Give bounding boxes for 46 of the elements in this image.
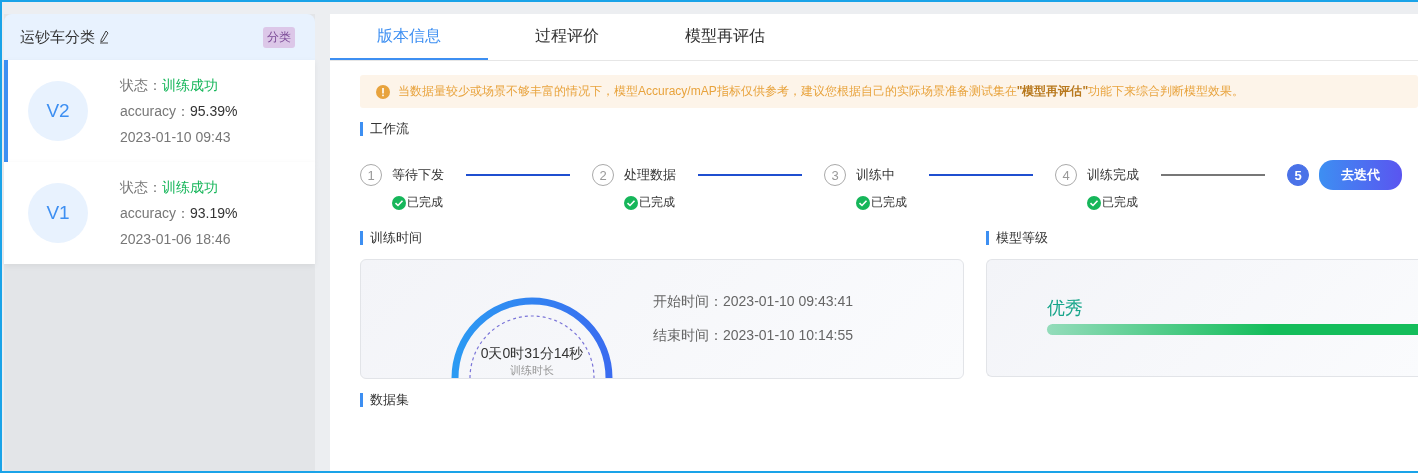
version-date: 2023-01-10 09:43 [120, 129, 231, 145]
section-title: 工作流 [360, 122, 1418, 136]
accuracy-label: accuracy： [120, 103, 191, 119]
version-item[interactable]: V2 状态：训练成功 accuracy：95.39% 2023-01-10 09:43 [4, 60, 315, 162]
step-label: 训练完成 [1087, 166, 1139, 184]
warning-icon [376, 84, 390, 99]
category-tag: 分类 [263, 26, 295, 48]
start-time: 2023-01-10 09:43:41 [723, 293, 853, 309]
version-badge: V2 [28, 81, 88, 141]
grade-text: 优秀 [1047, 297, 1083, 320]
check-icon [1087, 195, 1101, 210]
status-value: 训练成功 [162, 77, 218, 93]
step-number: 5 [1287, 164, 1309, 186]
step-label: 训练中 [856, 166, 895, 184]
accuracy-value: 95.39% [190, 103, 238, 119]
step-status: 已完成 [639, 194, 675, 211]
status-label: 状态： [120, 77, 162, 93]
iterate-button[interactable]: 去迭代 [1319, 160, 1402, 190]
tab[interactable]: 模型再评估 [646, 14, 804, 60]
start-label: 开始时间： [653, 293, 723, 309]
section-title: 训练时间 [360, 231, 964, 245]
pencil-icon[interactable] [99, 30, 109, 44]
check-icon [856, 195, 870, 210]
warning-text: 当数据量较少或场景不够丰富的情况下，模型Accuracy/mAP指标仅供参考，建议您根据自己的实际场景准备测试集在"模型再评估"功能下来综合判断模型效果。 [398, 83, 1245, 100]
version-badge: V1 [28, 183, 88, 243]
step-status: 已完成 [871, 194, 907, 211]
check-icon [624, 195, 638, 210]
step-label: 等待下发 [392, 166, 444, 184]
accuracy-label: accuracy： [120, 205, 191, 221]
accuracy-value: 93.19% [190, 205, 238, 221]
end-label: 结束时间： [653, 327, 723, 343]
check-icon [392, 195, 406, 210]
step-status: 已完成 [1102, 194, 1138, 211]
status-label: 状态： [120, 179, 162, 195]
step-status: 已完成 [407, 194, 443, 211]
duration-value: 0天0时31分14秒 [479, 345, 585, 363]
section-title: 模型等级 [986, 231, 1418, 245]
tab[interactable]: 过程评价 [488, 14, 646, 60]
status-value: 训练成功 [162, 179, 218, 195]
version-item[interactable]: V1 状态：训练成功 accuracy：93.19% 2023-01-06 18:46 [4, 162, 315, 264]
section-title: 数据集 [360, 393, 1418, 407]
duration-label: 训练时长 [509, 363, 555, 378]
project-title: 运钞车分类 [20, 27, 95, 47]
step-label: 处理数据 [624, 166, 676, 184]
version-date: 2023-01-06 18:46 [120, 231, 231, 247]
end-time: 2023-01-10 10:14:55 [723, 327, 853, 343]
